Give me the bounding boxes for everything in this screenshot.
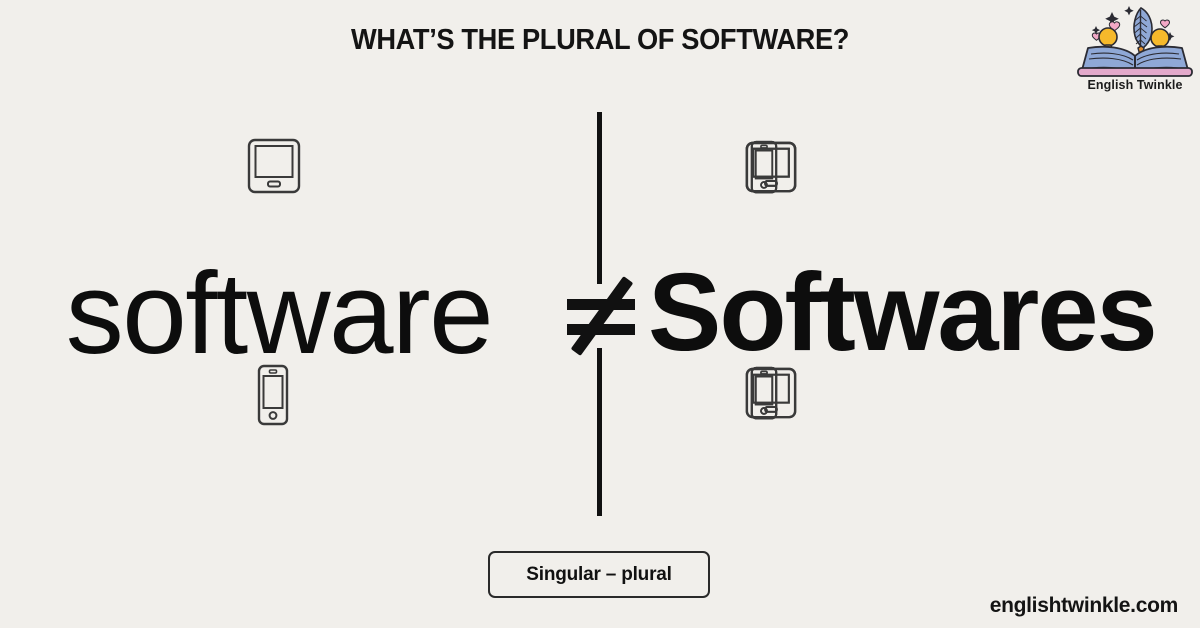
phone-icon	[750, 366, 778, 420]
phone-icon	[750, 140, 778, 194]
phone-icon	[257, 364, 289, 426]
tablet-icon	[247, 138, 301, 194]
footer-website-url: englishtwinkle.com	[989, 594, 1179, 617]
singular-word: software	[65, 248, 494, 378]
brand-name: English Twinkle	[1087, 78, 1183, 92]
vertical-divider-top	[597, 112, 602, 284]
not-equal-slash	[570, 276, 634, 356]
vertical-divider-bottom	[597, 348, 602, 516]
page-title: WHAT’S THE PLURAL OF SOFTWARE?	[350, 24, 850, 56]
plural-word: Softwares	[648, 251, 1158, 374]
open-book-with-quill-icon	[1077, 6, 1193, 77]
singular-plural-badge: Singular – plural	[488, 551, 710, 598]
brand-logo: English Twinkle	[1072, 2, 1198, 100]
not-equal-icon	[558, 272, 644, 358]
infographic-canvas: WHAT’S THE PLURAL OF SOFTWARE? English T…	[0, 0, 1200, 628]
badge-label: Singular – plural	[526, 563, 672, 585]
